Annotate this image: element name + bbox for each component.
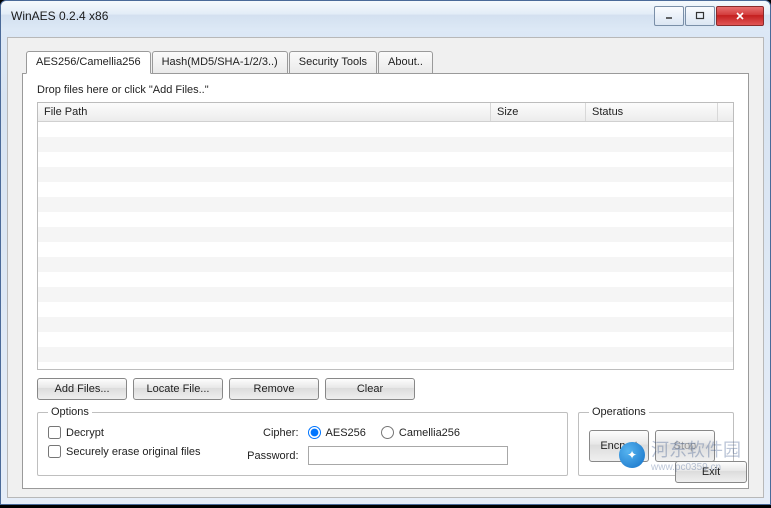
secure-erase-label: Securely erase original files	[66, 446, 201, 458]
file-list-body[interactable]	[38, 122, 733, 369]
window-title: WinAES 0.2.4 x86	[11, 9, 654, 23]
operations-legend: Operations	[589, 406, 649, 418]
tab-aes-camellia[interactable]: AES256/Camellia256	[26, 51, 151, 74]
app-window: WinAES 0.2.4 x86 AES256/Camellia256 Hash…	[0, 0, 771, 505]
cipher-camellia-option[interactable]: Camellia256	[381, 426, 460, 439]
options-checkboxes: Decrypt Securely erase original files	[48, 426, 201, 465]
locate-file-button[interactable]: Locate File...	[133, 378, 223, 400]
close-button[interactable]	[716, 6, 764, 26]
cipher-aes-label: AES256	[326, 427, 366, 439]
options-group: Options Decrypt Securely erase original …	[37, 406, 568, 476]
operations-buttons: Encrypt Stop	[589, 430, 715, 462]
column-spacer	[718, 103, 733, 121]
encrypt-button[interactable]: Encrypt	[589, 430, 649, 462]
tab-panel-main: Drop files here or click "Add Files.." F…	[22, 73, 749, 489]
tab-security-tools[interactable]: Security Tools	[289, 51, 377, 74]
secure-erase-checkbox[interactable]	[48, 445, 61, 458]
decrypt-checkbox[interactable]	[48, 426, 61, 439]
cipher-label: Cipher:	[239, 427, 299, 439]
options-legend: Options	[48, 406, 92, 418]
secure-erase-option[interactable]: Securely erase original files	[48, 445, 201, 458]
titlebar[interactable]: WinAES 0.2.4 x86	[1, 1, 770, 31]
password-input[interactable]	[308, 446, 508, 465]
decrypt-option[interactable]: Decrypt	[48, 426, 201, 439]
drop-hint: Drop files here or click "Add Files.."	[37, 84, 734, 96]
column-status[interactable]: Status	[586, 103, 718, 121]
cipher-aes-option[interactable]: AES256	[308, 426, 366, 439]
cipher-camellia-radio[interactable]	[381, 426, 394, 439]
client-area: AES256/Camellia256 Hash(MD5/SHA-1/2/3..)…	[7, 37, 764, 498]
file-list-header: File Path Size Status	[38, 103, 733, 122]
clear-button[interactable]: Clear	[325, 378, 415, 400]
cipher-row: Cipher: AES256 Camellia256	[239, 426, 508, 439]
stop-button[interactable]: Stop	[655, 430, 715, 462]
column-size[interactable]: Size	[491, 103, 586, 121]
maximize-button[interactable]	[685, 6, 715, 26]
tab-strip: AES256/Camellia256 Hash(MD5/SHA-1/2/3..)…	[26, 50, 749, 73]
password-label: Password:	[239, 450, 299, 462]
lower-groups: Options Decrypt Securely erase original …	[37, 406, 734, 476]
cipher-camellia-label: Camellia256	[399, 427, 460, 439]
password-row: Password:	[239, 446, 508, 465]
decrypt-label: Decrypt	[66, 427, 104, 439]
exit-button[interactable]: Exit	[675, 461, 747, 483]
cipher-block: Cipher: AES256 Camellia256 Passwor	[239, 426, 508, 465]
column-filepath[interactable]: File Path	[38, 103, 491, 121]
tab-hash[interactable]: Hash(MD5/SHA-1/2/3..)	[152, 51, 288, 74]
file-actions: Add Files... Locate File... Remove Clear	[37, 378, 734, 400]
file-list[interactable]: File Path Size Status	[37, 102, 734, 370]
window-controls	[654, 6, 764, 26]
tab-about[interactable]: About..	[378, 51, 433, 74]
remove-button[interactable]: Remove	[229, 378, 319, 400]
cipher-aes-radio[interactable]	[308, 426, 321, 439]
minimize-button[interactable]	[654, 6, 684, 26]
add-files-button[interactable]: Add Files...	[37, 378, 127, 400]
